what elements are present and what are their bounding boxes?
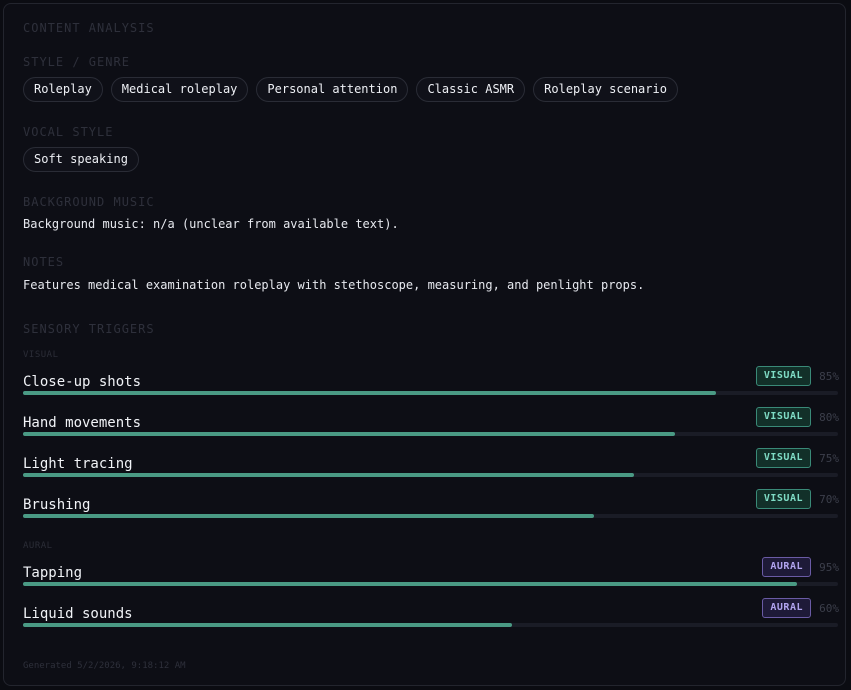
trigger-name: Brushing xyxy=(23,497,91,513)
background-music-text: Background music: n/a (unclear from avai… xyxy=(23,217,399,231)
visual-badge: VISUAL xyxy=(755,489,811,509)
trigger-percent: 80% xyxy=(819,411,839,424)
trigger-row: Light tracing VISUAL 75% xyxy=(23,448,839,488)
trigger-row: Liquid sounds AURAL 60% xyxy=(23,598,839,638)
trigger-bar-track xyxy=(23,432,838,436)
trigger-percent: 60% xyxy=(819,602,839,615)
trigger-bar-track xyxy=(23,514,838,518)
visual-badge: VISUAL xyxy=(755,407,811,427)
trigger-bar-fill xyxy=(23,514,594,518)
trigger-percent: 70% xyxy=(819,493,839,506)
visual-badge: VISUAL xyxy=(755,448,811,468)
trigger-bar-track xyxy=(23,391,838,395)
genre-tag[interactable]: Roleplay xyxy=(23,77,103,102)
vocal-style-title: VOCAL STYLE xyxy=(23,125,114,139)
trigger-name: Tapping xyxy=(23,565,83,581)
background-music-title: BACKGROUND MUSIC xyxy=(23,195,155,209)
trigger-percent: 75% xyxy=(819,452,839,465)
vocal-style-tags: Soft speaking xyxy=(23,147,139,172)
genre-tag[interactable]: Roleplay scenario xyxy=(533,77,678,102)
visual-badge: VISUAL xyxy=(755,366,811,386)
notes-text: Features medical examination roleplay wi… xyxy=(23,278,645,292)
genre-tag[interactable]: Personal attention xyxy=(256,77,409,102)
trigger-row: Close-up shots VISUAL 85% xyxy=(23,366,839,406)
trigger-bar-fill xyxy=(23,623,512,627)
genre-tag[interactable]: Medical roleplay xyxy=(110,77,249,102)
content-analysis-panel: CONTENT ANALYSIS STYLE / GENRE Roleplay … xyxy=(3,3,846,686)
genre-tag[interactable]: Classic ASMR xyxy=(416,77,526,102)
trigger-name: Hand movements xyxy=(23,415,142,431)
trigger-percent: 85% xyxy=(819,370,839,383)
trigger-bar-fill xyxy=(23,391,716,395)
aural-badge: AURAL xyxy=(762,557,811,577)
sensory-triggers-title: SENSORY TRIGGERS xyxy=(23,322,155,336)
trigger-percent: 95% xyxy=(819,561,839,574)
trigger-bar-fill xyxy=(23,432,675,436)
panel-title: CONTENT ANALYSIS xyxy=(23,21,155,35)
visual-group-label: VISUAL xyxy=(23,350,59,360)
trigger-row: Tapping AURAL 95% xyxy=(23,557,839,597)
trigger-name: Liquid sounds xyxy=(23,606,133,622)
trigger-bar-track xyxy=(23,473,838,477)
aural-group-label: AURAL xyxy=(23,541,53,551)
style-genre-tags: Roleplay Medical roleplay Personal atten… xyxy=(23,77,678,102)
trigger-bar-fill xyxy=(23,582,798,586)
trigger-name: Close-up shots xyxy=(23,374,142,390)
vocal-tag[interactable]: Soft speaking xyxy=(23,147,139,172)
notes-title: NOTES xyxy=(23,255,65,269)
style-genre-title: STYLE / GENRE xyxy=(23,55,130,69)
trigger-name: Light tracing xyxy=(23,456,133,472)
trigger-row: Hand movements VISUAL 80% xyxy=(23,407,839,447)
trigger-row: Brushing VISUAL 70% xyxy=(23,489,839,529)
generated-timestamp: Generated 5/2/2026, 9:18:12 AM xyxy=(23,661,186,671)
aural-badge: AURAL xyxy=(762,598,811,618)
trigger-bar-track xyxy=(23,582,838,586)
trigger-bar-track xyxy=(23,623,838,627)
trigger-bar-fill xyxy=(23,473,635,477)
